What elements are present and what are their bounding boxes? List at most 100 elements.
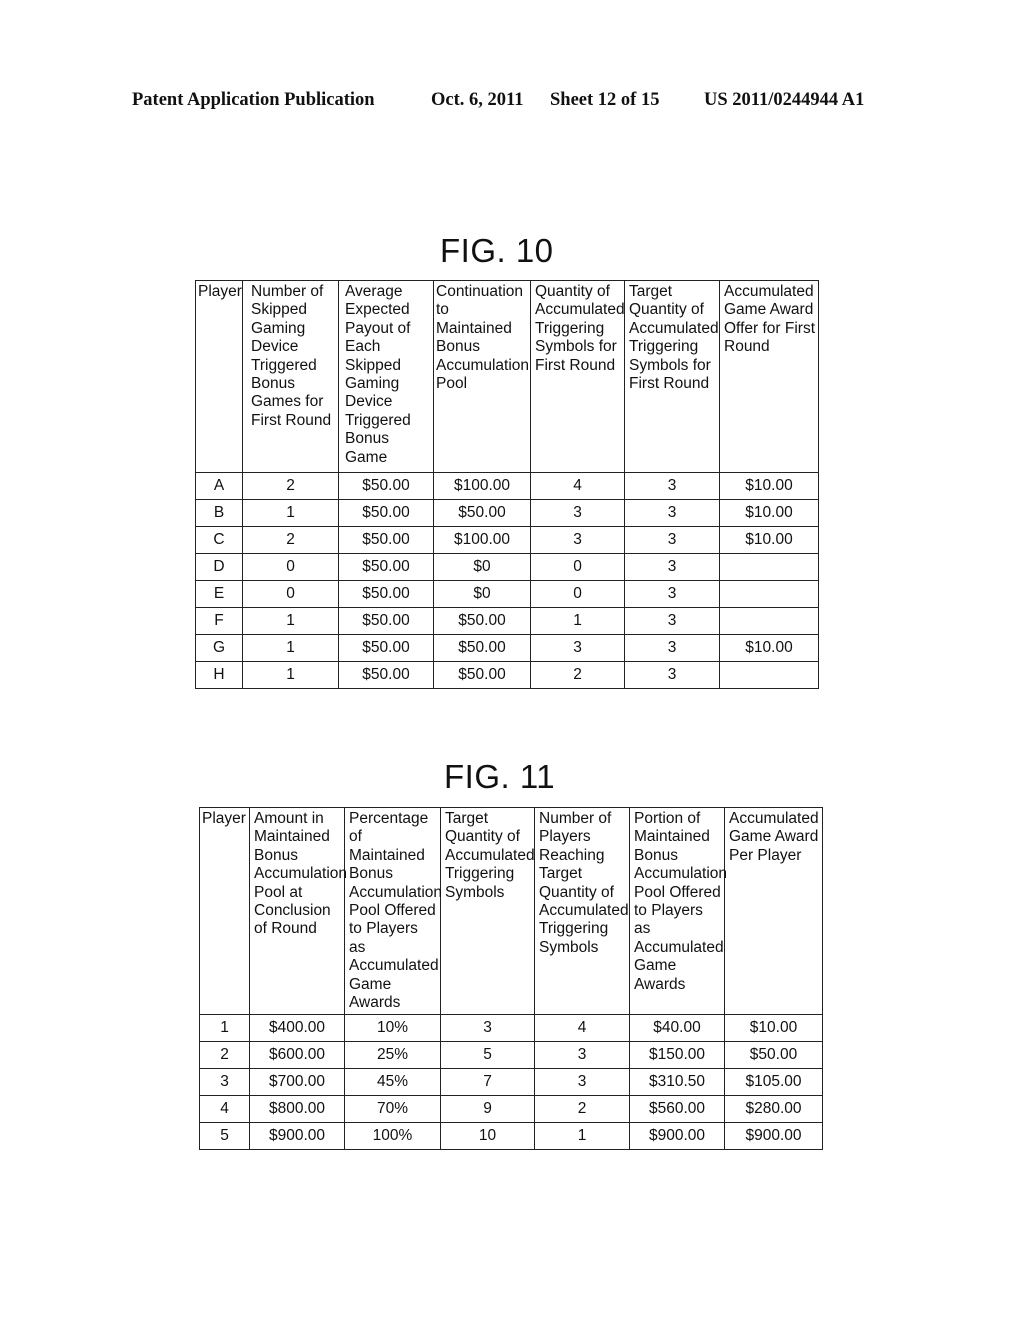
table-cell: 3 (530, 634, 625, 662)
table-cell: $50.00 (338, 472, 434, 500)
column-header: Number of Players Reaching Target Quanti… (534, 806, 630, 1016)
column-header: Percentage of Maintained Bonus Accumulat… (344, 806, 442, 1016)
table-cell: $50.00 (433, 661, 531, 689)
patent-header: Patent Application Publication Oct. 6, 2… (132, 90, 892, 114)
table-cell: 0 (242, 553, 339, 581)
table-row: 1 $400.00 10% 3 4 $40.00 $10.00 (199, 1014, 823, 1043)
patent-number: US 2011/0244944 A1 (704, 90, 865, 110)
table-cell: 0 (530, 580, 625, 608)
table-cell: 3 (440, 1014, 535, 1043)
table-cell: 3 (530, 499, 625, 527)
table-cell: $50.00 (338, 499, 434, 527)
table-cell: 3 (624, 499, 720, 527)
table-cell: $400.00 (249, 1014, 345, 1043)
player-cell: H (195, 661, 243, 689)
table-cell: 3 (624, 580, 720, 608)
sheet-number: Sheet 12 of 15 (550, 90, 660, 110)
table-cell: $700.00 (249, 1068, 345, 1097)
player-cell: G (195, 634, 243, 662)
column-header: Player (199, 806, 250, 1016)
column-header: Continuation to Maintained Bonus Accumul… (433, 280, 531, 473)
player-cell: 3 (199, 1068, 250, 1097)
column-header: Number of Skipped Gaming Device Triggere… (242, 280, 339, 473)
table-cell: $0 (433, 553, 531, 581)
column-header: Accumulated Game Award Offer for First R… (719, 280, 819, 473)
table-row: A 2 $50.00 $100.00 4 3 $10.00 (195, 472, 819, 500)
player-cell: 2 (199, 1041, 250, 1070)
table-cell: $50.00 (338, 634, 434, 662)
table-cell: $105.00 (724, 1068, 823, 1097)
table-cell: 3 (624, 526, 720, 554)
player-cell: 4 (199, 1095, 250, 1124)
column-header: Portion of Maintained Bonus Accumulation… (629, 806, 727, 1016)
fig10-header-row: Player Number of Skipped Gaming Device T… (195, 280, 819, 473)
table-cell: 10 (440, 1122, 535, 1151)
table-cell: $10.00 (719, 634, 819, 662)
column-header: Amount in Maintained Bonus Accumulation … (249, 806, 347, 1016)
fig10-title: FIG. 10 (440, 232, 554, 269)
table-cell: 3 (624, 634, 720, 662)
table-cell: 2 (242, 472, 339, 500)
table-cell: 3 (530, 526, 625, 554)
table-row: 2 $600.00 25% 5 3 $150.00 $50.00 (199, 1041, 823, 1070)
table-cell: 3 (624, 472, 720, 500)
table-cell: $50.00 (724, 1041, 823, 1070)
table-cell: $150.00 (629, 1041, 725, 1070)
column-header: Quantity of Accumulated Triggering Symbo… (530, 280, 625, 473)
table-cell: 1 (242, 499, 339, 527)
table-row: D 0 $50.00 $0 0 3 (195, 553, 819, 581)
table-cell: 70% (344, 1095, 441, 1124)
column-header: Target Quantity of Accumulated Triggerin… (624, 280, 720, 473)
table-cell: $50.00 (433, 607, 531, 635)
table-cell: $0 (433, 580, 531, 608)
table-cell: 0 (530, 553, 625, 581)
table-cell: $50.00 (338, 526, 434, 554)
table-cell: 7 (440, 1068, 535, 1097)
player-cell: 1 (199, 1014, 250, 1043)
table-cell: 1 (242, 634, 339, 662)
table-cell: $40.00 (629, 1014, 725, 1043)
table-cell: 45% (344, 1068, 441, 1097)
table-cell: 0 (242, 580, 339, 608)
table-cell: 1 (242, 607, 339, 635)
table-cell: 9 (440, 1095, 535, 1124)
player-cell: C (195, 526, 243, 554)
table-cell: $10.00 (719, 472, 819, 500)
table-cell (719, 607, 819, 635)
table-cell: $900.00 (724, 1122, 823, 1151)
table-cell: $310.50 (629, 1068, 725, 1097)
table-cell: 5 (440, 1041, 535, 1070)
column-header: Target Quantity of Accumulated Triggerin… (440, 806, 535, 1016)
table-cell: $50.00 (338, 607, 434, 635)
table-cell: 10% (344, 1014, 441, 1043)
table-cell (719, 661, 819, 689)
table-cell: 4 (534, 1014, 630, 1043)
table-cell: $100.00 (433, 472, 531, 500)
fig10-table: Player Number of Skipped Gaming Device T… (195, 280, 819, 689)
table-row: C 2 $50.00 $100.00 3 3 $10.00 (195, 526, 819, 554)
table-cell: 2 (242, 526, 339, 554)
table-cell (719, 553, 819, 581)
publication-label: Patent Application Publication (132, 90, 375, 110)
table-cell: 4 (530, 472, 625, 500)
table-row: F 1 $50.00 $50.00 1 3 (195, 607, 819, 635)
table-cell: $10.00 (724, 1014, 823, 1043)
table-cell: $600.00 (249, 1041, 345, 1070)
table-cell: 3 (624, 607, 720, 635)
column-header: Player (195, 280, 243, 473)
table-cell: $10.00 (719, 499, 819, 527)
table-row: 5 $900.00 100% 10 1 $900.00 $900.00 (199, 1122, 823, 1151)
table-cell: 1 (530, 607, 625, 635)
player-cell: B (195, 499, 243, 527)
publication-date: Oct. 6, 2011 (431, 90, 524, 110)
table-cell: 3 (624, 553, 720, 581)
player-cell: E (195, 580, 243, 608)
table-cell: 1 (242, 661, 339, 689)
table-cell: $50.00 (433, 499, 531, 527)
table-cell: 3 (534, 1068, 630, 1097)
table-row: 3 $700.00 45% 7 3 $310.50 $105.00 (199, 1068, 823, 1097)
fig11-table: Player Amount in Maintained Bonus Accumu… (199, 806, 823, 1151)
player-cell: D (195, 553, 243, 581)
table-row: G 1 $50.00 $50.00 3 3 $10.00 (195, 634, 819, 662)
player-cell: 5 (199, 1122, 250, 1151)
